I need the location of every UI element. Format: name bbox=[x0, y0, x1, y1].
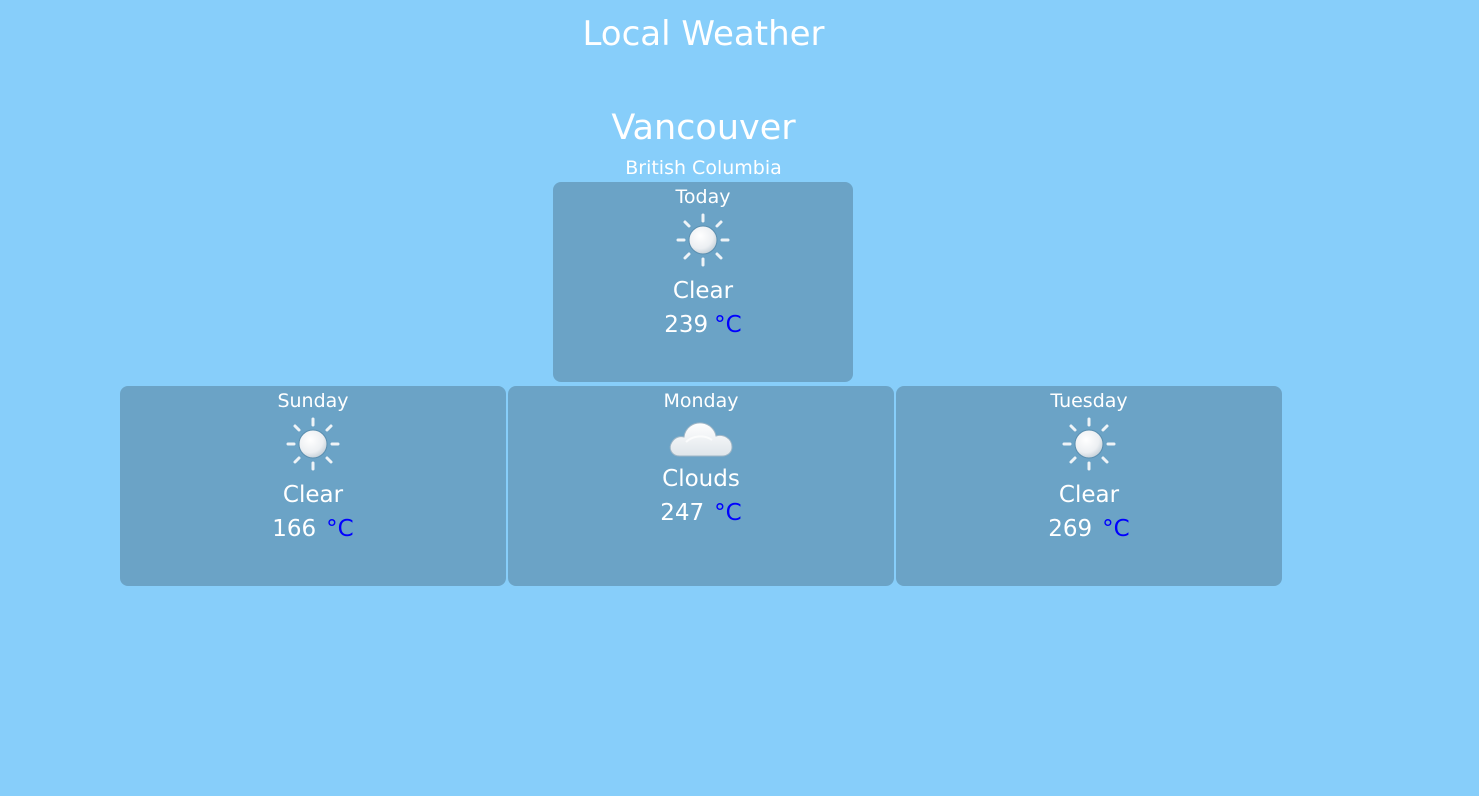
forecast-temp-unit: °C bbox=[326, 516, 354, 542]
today-card: Today Clear 239 °C bbox=[553, 182, 853, 382]
cloud-icon bbox=[669, 422, 733, 457]
forecast-card-monday: Monday Clouds 247 °C bbox=[508, 386, 894, 586]
today-temperature: 239 °C bbox=[553, 310, 853, 340]
forecast-day-label: Tuesday bbox=[1050, 390, 1128, 412]
forecast-condition: Clear bbox=[1058, 482, 1120, 508]
city-name: Vancouver bbox=[611, 108, 796, 148]
forecast-temperature: 247 °C bbox=[508, 498, 894, 528]
forecast-card-tuesday: Tuesday Clear 269 °C bbox=[896, 386, 1282, 586]
forecast-temp-value: 166 bbox=[272, 516, 317, 542]
today-label: Today bbox=[675, 186, 731, 208]
forecast-temp-value: 269 bbox=[1048, 516, 1093, 542]
sun-icon bbox=[1062, 417, 1116, 471]
forecast-temperature: 269 °C bbox=[896, 514, 1282, 544]
today-condition: Clear bbox=[672, 278, 734, 304]
forecast-day-label: Sunday bbox=[277, 390, 349, 412]
today-temp-value: 239 bbox=[664, 312, 709, 338]
forecast-card-sunday: Sunday Clear 166 °C bbox=[120, 386, 506, 586]
sun-icon bbox=[286, 417, 340, 471]
forecast-temp-unit: °C bbox=[1102, 516, 1130, 542]
forecast-day-label: Monday bbox=[663, 390, 739, 412]
forecast-temp-value: 247 bbox=[660, 500, 705, 526]
forecast-temperature: 166 °C bbox=[120, 514, 506, 544]
forecast-condition: Clouds bbox=[662, 466, 740, 492]
today-temp-unit: °C bbox=[714, 312, 742, 338]
page-title: Local Weather bbox=[582, 14, 825, 54]
region-name: British Columbia bbox=[625, 157, 782, 179]
forecast-temp-unit: °C bbox=[714, 500, 742, 526]
sun-icon bbox=[676, 213, 730, 267]
forecast-condition: Clear bbox=[282, 482, 344, 508]
